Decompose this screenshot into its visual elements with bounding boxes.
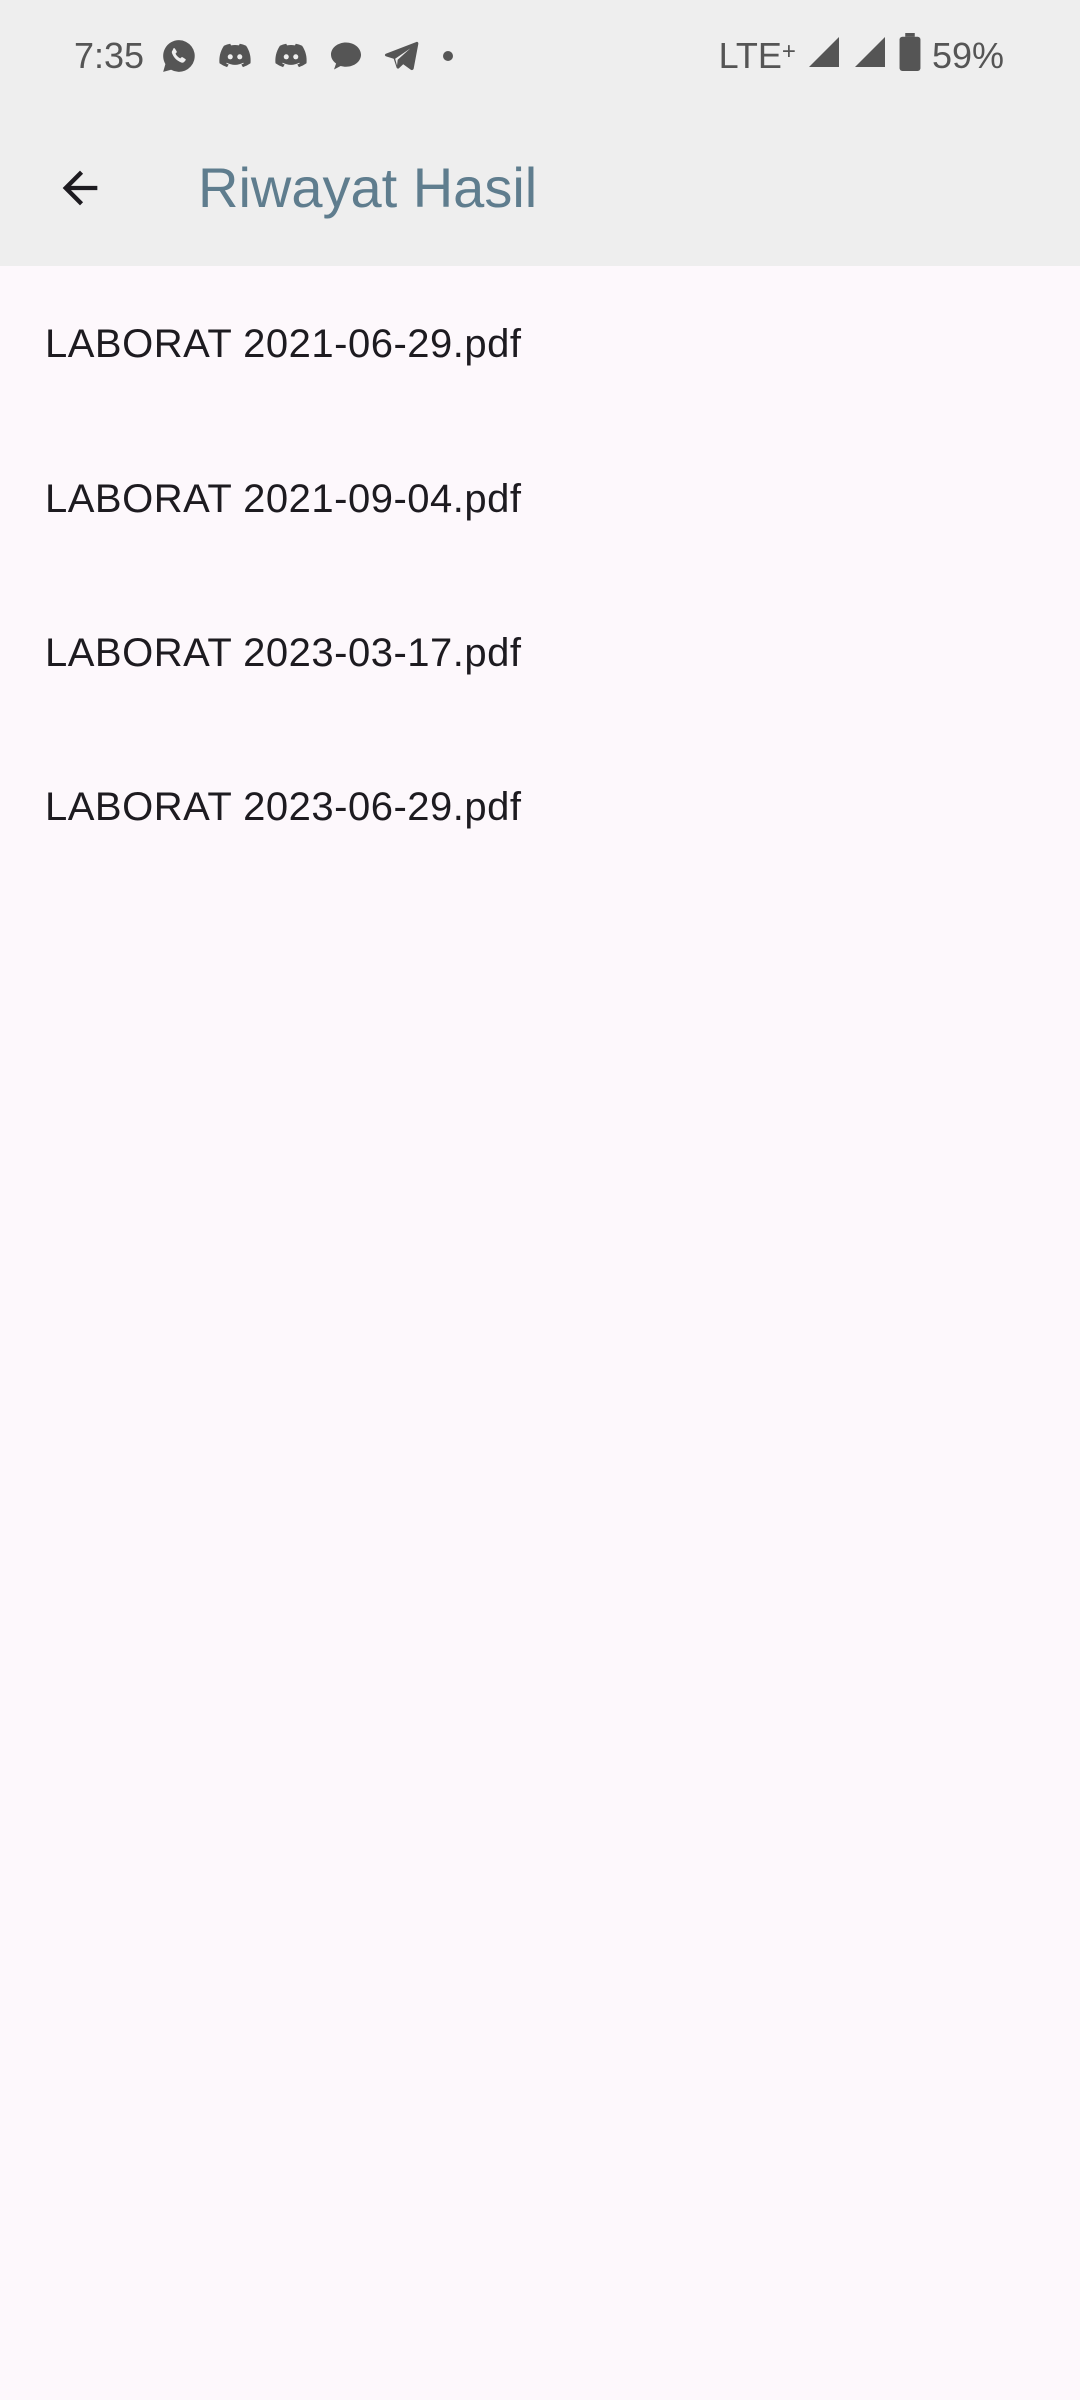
signal-icon	[852, 34, 888, 79]
chat-bubble-icon	[328, 38, 364, 74]
file-item[interactable]: LABORAT 2021-06-29.pdf	[0, 266, 1080, 422]
status-bar: 7:35 LTE+ 59%	[0, 0, 1080, 112]
file-item[interactable]: LABORAT 2021-09-04.pdf	[0, 422, 1080, 576]
battery-percent: 59%	[931, 35, 1004, 76]
arrow-back-icon	[62, 170, 98, 206]
file-item[interactable]: LABORAT 2023-03-17.pdf	[0, 576, 1080, 730]
more-dot-icon	[438, 46, 458, 66]
telegram-icon	[382, 37, 420, 75]
back-button[interactable]	[40, 148, 120, 228]
status-time: 7:35	[74, 35, 145, 76]
page-title: Riwayat Hasil	[198, 156, 538, 219]
discord-icon	[272, 37, 310, 75]
notification-icons	[160, 36, 458, 76]
file-list: LABORAT 2021-06-29.pdf LABORAT 2021-09-0…	[0, 266, 1080, 884]
battery-icon	[898, 32, 922, 80]
discord-icon	[216, 37, 254, 75]
signal-icon	[806, 34, 842, 79]
app-bar: Riwayat Hasil	[0, 112, 1080, 266]
file-item[interactable]: LABORAT 2023-06-29.pdf	[0, 730, 1080, 884]
network-type: LTE+	[718, 35, 796, 76]
system-status: LTE+ 59%	[718, 32, 1004, 80]
whatsapp-icon	[160, 37, 198, 75]
